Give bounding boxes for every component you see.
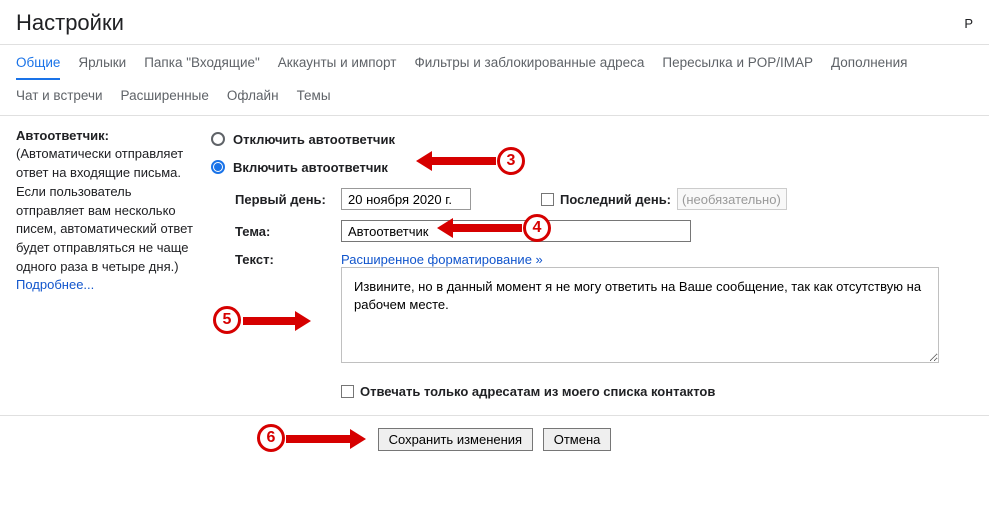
page-title: Настройки — [16, 10, 124, 36]
autoresponder-section-label: Автоответчик: — [16, 128, 201, 143]
last-day-checkbox[interactable] — [541, 193, 554, 206]
lang-indicator: Р — [964, 16, 973, 31]
tab2-0[interactable]: Чат и встречи — [16, 80, 103, 111]
settings-tabs-row-2: Чат и встречи Расширенные Офлайн Темы — [16, 80, 973, 115]
subject-label: Тема: — [235, 224, 341, 239]
last-day-label: Последний день: — [560, 192, 671, 207]
settings-tabs-row-1: Общие Ярлыки Папка "Входящие" Аккаунты и им… — [16, 45, 973, 80]
autoresponder-learn-more-link[interactable]: Подробнее... — [16, 277, 201, 292]
contacts-only-label: Отвечать только адресатам из моего списк… — [360, 384, 715, 399]
annotation-6: 6 — [257, 424, 285, 452]
last-day-input — [677, 188, 787, 210]
contacts-only-checkbox[interactable] — [341, 385, 354, 398]
autoresponder-off-label: Отключить автоответчик — [233, 132, 395, 147]
autoresponder-section-desc: (Автоматически отправляет ответ на входя… — [16, 145, 201, 277]
tab-0[interactable]: Общие — [16, 45, 60, 80]
tab-6[interactable]: Дополнения — [831, 45, 907, 80]
tab-3[interactable]: Аккаунты и импорт — [278, 45, 397, 80]
tab-2[interactable]: Папка "Входящие" — [144, 45, 260, 80]
tab-5[interactable]: Пересылка и POP/IMAP — [662, 45, 813, 80]
tab2-1[interactable]: Расширенные — [121, 80, 209, 111]
tab-4[interactable]: Фильтры и заблокированные адреса — [414, 45, 644, 80]
first-day-input[interactable] — [341, 188, 471, 210]
tab2-3[interactable]: Темы — [297, 80, 331, 111]
tab-1[interactable]: Ярлыки — [78, 45, 126, 80]
autoresponder-on-label: Включить автоответчик — [233, 160, 388, 175]
rich-formatting-link[interactable]: Расширенное форматирование » — [341, 252, 939, 267]
tab2-2[interactable]: Офлайн — [227, 80, 279, 111]
subject-input[interactable] — [341, 220, 691, 242]
first-day-label: Первый день: — [235, 192, 341, 207]
autoresponder-off-radio[interactable] — [211, 132, 225, 146]
save-button[interactable]: Сохранить изменения — [378, 428, 534, 451]
body-label: Текст: — [235, 252, 341, 267]
body-textarea[interactable] — [341, 267, 939, 363]
cancel-button[interactable]: Отмена — [543, 428, 612, 451]
autoresponder-on-radio[interactable] — [211, 160, 225, 174]
